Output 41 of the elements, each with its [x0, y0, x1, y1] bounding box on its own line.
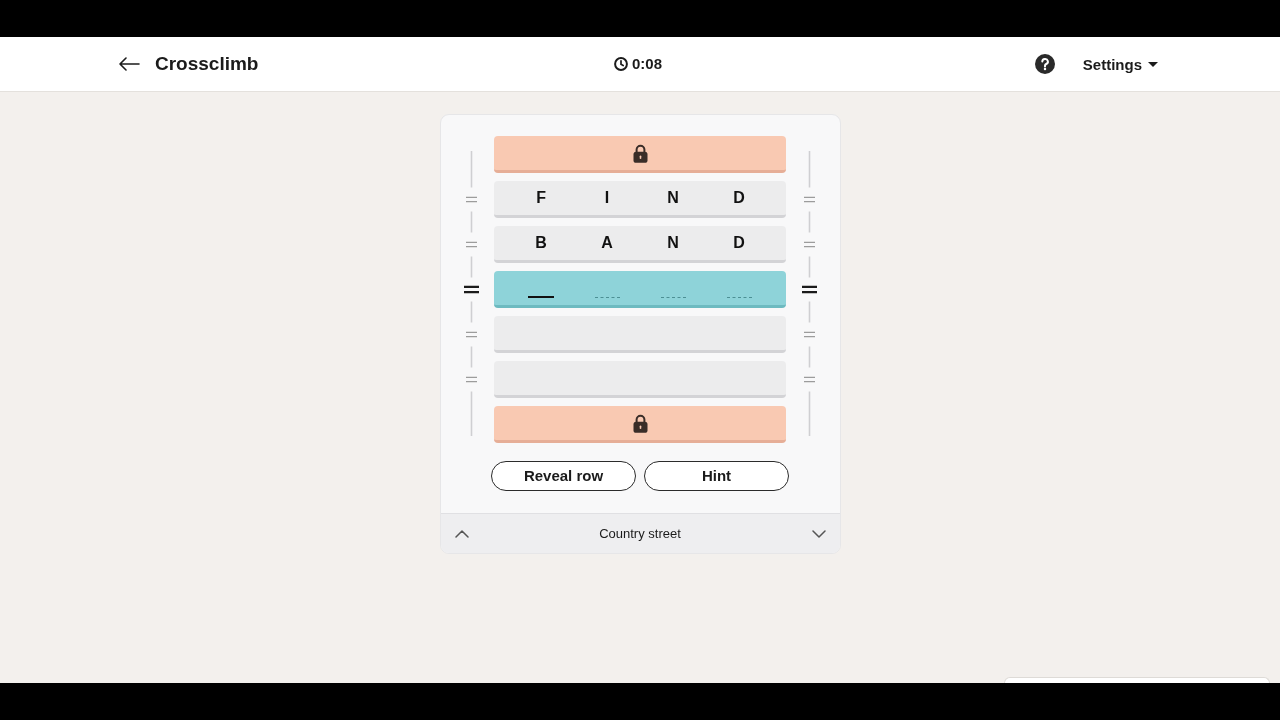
- locked-row[interactable]: [494, 136, 786, 173]
- drag-handle-icon[interactable]: [803, 241, 816, 248]
- row-letter: A: [601, 233, 613, 253]
- lock-icon: [632, 413, 648, 433]
- app-title: Crossclimb: [155, 51, 259, 76]
- row-letter: N: [667, 188, 679, 208]
- next-clue-button[interactable]: [811, 529, 826, 538]
- previous-clue-button[interactable]: [454, 529, 469, 538]
- row-letter: B: [535, 233, 547, 253]
- drag-handle-icon[interactable]: [803, 376, 816, 383]
- help-button[interactable]: [1034, 54, 1055, 74]
- back-arrow-icon: [118, 57, 140, 71]
- word-row[interactable]: F I N D: [494, 181, 786, 218]
- drag-handle-icon[interactable]: [803, 196, 816, 203]
- timer: 0:08: [632, 53, 662, 74]
- row-letter: I: [604, 188, 610, 208]
- caret-icon: [1148, 61, 1158, 67]
- clock-icon: [614, 57, 628, 71]
- back-button[interactable]: [118, 57, 140, 71]
- lock-icon: [632, 143, 648, 163]
- row-letter: D: [733, 188, 745, 208]
- word-row[interactable]: B A N D: [494, 226, 786, 263]
- drag-handle-icon[interactable]: [464, 376, 478, 383]
- drag-handle-icon[interactable]: [464, 331, 478, 338]
- locked-row[interactable]: [494, 406, 786, 443]
- hint-button[interactable]: Hint: [644, 461, 789, 491]
- drag-handle-icon[interactable]: [464, 196, 478, 203]
- drag-handle-icon[interactable]: [463, 285, 479, 294]
- row-letter: F: [536, 188, 546, 208]
- help-icon: [1034, 54, 1055, 74]
- clue-text: Country street: [599, 524, 681, 543]
- reveal-row-button[interactable]: Reveal row: [491, 461, 636, 491]
- chevron-down-icon: [811, 529, 826, 538]
- chevron-up-icon: [454, 529, 469, 538]
- drag-handle-icon[interactable]: [464, 241, 478, 248]
- drag-handle-icon[interactable]: [801, 285, 817, 294]
- row-letter: D: [733, 233, 745, 253]
- settings-button[interactable]: Settings: [1082, 56, 1158, 72]
- drag-handle-icon[interactable]: [803, 331, 816, 338]
- row-letter: N: [667, 233, 679, 253]
- input-row[interactable]: [494, 271, 786, 308]
